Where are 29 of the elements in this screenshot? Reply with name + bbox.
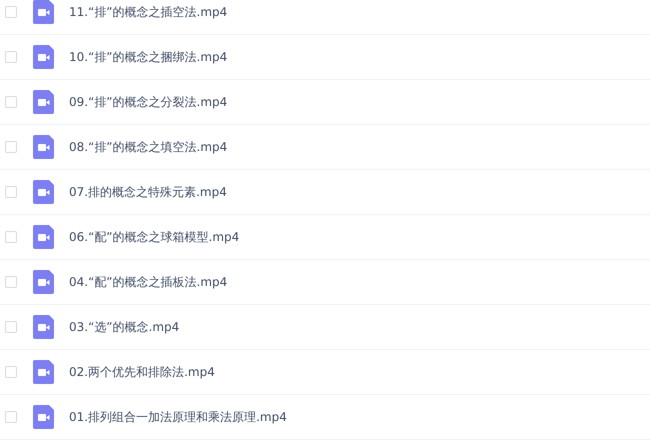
file-name[interactable]: 04.“配”的概念之插板法.mp4 [69,274,228,290]
file-name[interactable]: 08.“排”的概念之填空法.mp4 [69,138,228,156]
file-name[interactable]: 01.排列组合一加法原理和乘法原理.mp4 [69,408,287,426]
video-file-icon [33,135,54,159]
video-file-icon [33,180,54,204]
video-file-icon [33,270,54,294]
video-file-icon [33,45,54,69]
video-file-icon [33,405,54,429]
checkbox[interactable] [5,231,17,243]
checkbox[interactable] [5,96,17,108]
file-name[interactable]: 07.排的概念之特殊元素.mp4 [69,184,227,200]
file-name[interactable]: 09.“排”的概念之分裂法.mp4 [69,94,228,110]
video-file-icon [33,315,54,339]
checkbox[interactable] [5,141,17,153]
file-name[interactable]: 11.“排”的概念之插空法.mp4 [69,4,228,20]
file-name[interactable]: 02.两个优先和排除法.mp4 [69,364,215,380]
video-file-icon [33,90,54,114]
video-file-icon [33,360,54,384]
checkbox[interactable] [5,6,17,18]
checkbox[interactable] [5,51,17,63]
file-name[interactable]: 06.“配”的概念之球箱模型.mp4 [69,228,240,246]
checkbox[interactable] [5,366,17,378]
checkbox[interactable] [5,276,17,288]
checkbox[interactable] [5,186,17,198]
checkbox[interactable] [5,321,17,333]
video-file-icon [33,225,54,249]
file-name[interactable]: 10.“排”的概念之捆绑法.mp4 [69,48,228,66]
file-name[interactable]: 03.“选”的概念.mp4 [69,318,180,336]
checkbox[interactable] [5,411,17,423]
